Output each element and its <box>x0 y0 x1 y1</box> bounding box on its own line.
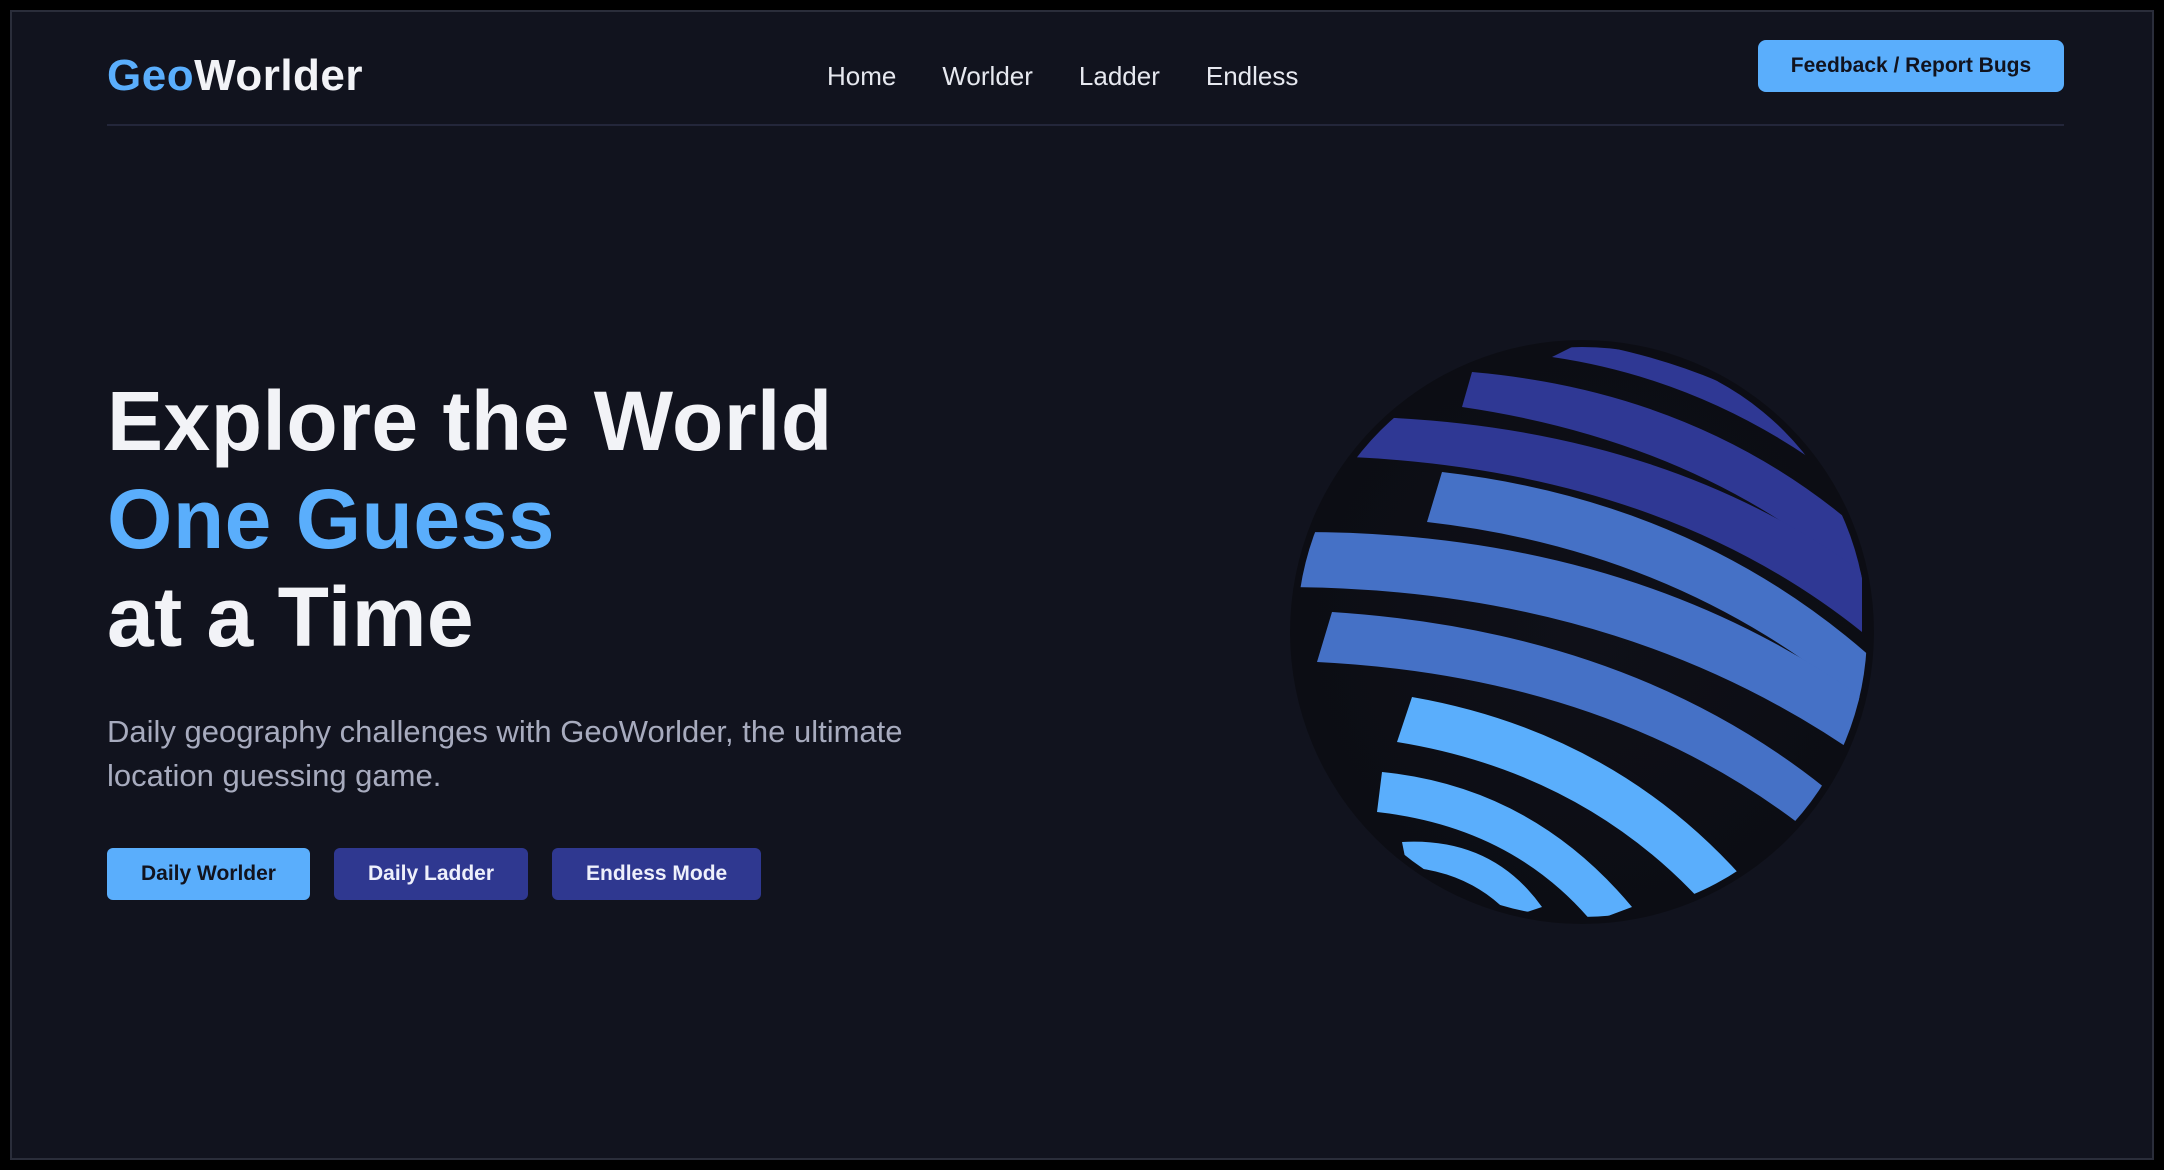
daily-worlder-button[interactable]: Daily Worlder <box>107 848 310 900</box>
headline-line-2: One Guess <box>107 472 556 566</box>
nav-link-worlder[interactable]: Worlder <box>942 56 1033 96</box>
logo[interactable]: GeoWorlder <box>107 46 363 106</box>
nav-link-endless[interactable]: Endless <box>1206 56 1299 96</box>
nav-link-home[interactable]: Home <box>827 56 896 96</box>
hero-actions: Daily Worlder Daily Ladder Endless Mode <box>107 848 1107 900</box>
daily-ladder-button[interactable]: Daily Ladder <box>333 848 529 900</box>
hero-headline: Explore the World One Guess at a Time <box>107 372 1107 666</box>
logo-worlder-text: Worlder <box>194 51 364 100</box>
hero-subtitle: Daily geography challenges with GeoWorld… <box>107 714 903 793</box>
page: GeoWorlder Home Worlder Ladder Endless F… <box>10 10 2154 1160</box>
endless-mode-button[interactable]: Endless Mode <box>552 848 762 900</box>
main-nav: Home Worlder Ladder Endless <box>827 56 1298 96</box>
headline-line-3: at a Time <box>107 570 475 664</box>
logo-geo-text: Geo <box>107 51 195 100</box>
feedback-button[interactable]: Feedback / Report Bugs <box>1758 40 2064 92</box>
globe-graphic <box>1290 340 1874 924</box>
site-header: GeoWorlder Home Worlder Ladder Endless F… <box>107 12 2064 126</box>
nav-link-ladder[interactable]: Ladder <box>1079 56 1160 96</box>
striped-globe-icon <box>1282 332 1882 932</box>
hero-section: Explore the World One Guess at a Time Da… <box>107 372 1107 900</box>
headline-line-1: Explore the World <box>107 374 833 468</box>
